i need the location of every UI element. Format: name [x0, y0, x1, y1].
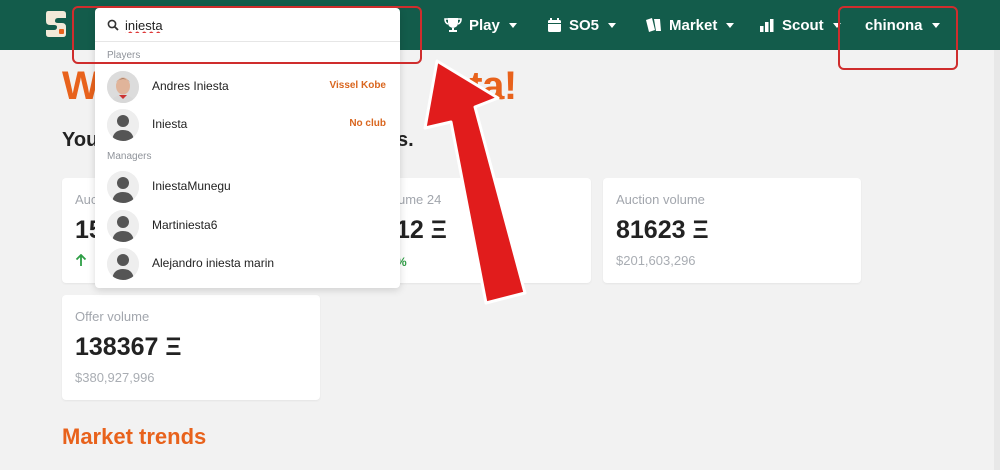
nav-market[interactable]: Market	[645, 0, 735, 50]
manager-name: IniestaMunegu	[152, 179, 231, 193]
stat-card-offer-volume: Offer volume 138367 Ξ $380,927,996	[62, 295, 320, 400]
default-avatar-icon	[107, 210, 139, 242]
stat-usd-value: $380,927,996	[75, 370, 155, 385]
nav-scout-label: Scout	[782, 16, 824, 34]
arrow-up-icon	[75, 253, 87, 270]
page-scrollbar[interactable]	[994, 50, 1000, 470]
manager-result-item[interactable]: Alejandro iniesta marin	[95, 245, 400, 283]
stat-value: 138367 Ξ	[75, 333, 182, 361]
annotation-highlight-user	[838, 6, 958, 70]
sorare-logo-icon[interactable]	[45, 9, 67, 39]
default-avatar-icon	[107, 171, 139, 203]
chevron-down-icon	[726, 22, 735, 28]
player-result-item[interactable]: Iniesta No club	[95, 106, 400, 144]
managers-group-label: Managers	[107, 151, 152, 162]
player-name: Andres Iniesta	[152, 79, 229, 93]
default-avatar-icon	[107, 248, 139, 280]
annotation-highlight-search	[72, 6, 422, 64]
stat-label: Offer volume	[75, 309, 150, 324]
player-club: No club	[349, 118, 386, 129]
player-photo-avatar	[107, 71, 139, 103]
bar-chart-icon	[759, 18, 775, 33]
nav-so5-label: SO5	[569, 16, 600, 34]
nav-play[interactable]: Play	[444, 0, 517, 50]
player-name: Iniesta	[152, 117, 188, 131]
calendar-icon	[547, 17, 562, 33]
welcome-heading-start: W	[62, 64, 100, 108]
welcome-heading-end: ta!	[469, 64, 517, 108]
manager-result-item[interactable]: Martiniesta6	[95, 207, 400, 245]
nav-market-label: Market	[669, 16, 718, 34]
welcome-subheading-start: You	[62, 129, 99, 151]
stat-label: ume 24	[398, 192, 442, 207]
player-club: Vissel Kobe	[329, 80, 386, 91]
stat-card-auction-volume: Auction volume 81623 Ξ $201,603,296	[603, 178, 861, 283]
market-trends-heading: Market trends	[62, 424, 207, 449]
chevron-down-icon	[608, 22, 617, 28]
stat-value: 12 Ξ	[396, 216, 447, 244]
default-avatar-icon	[107, 109, 139, 141]
nav-so5[interactable]: SO5	[547, 0, 617, 50]
trophy-icon	[444, 17, 462, 33]
nav-play-label: Play	[469, 16, 500, 34]
manager-name: Martiniesta6	[152, 218, 218, 232]
manager-result-item[interactable]: IniestaMunegu	[95, 168, 400, 206]
cards-icon	[645, 17, 662, 33]
manager-name: Alejandro iniesta marin	[152, 256, 275, 270]
stat-label: Auction volume	[616, 192, 705, 207]
stat-usd-value: $201,603,296	[616, 253, 696, 268]
player-result-item[interactable]: Andres Iniesta Vissel Kobe	[95, 68, 400, 106]
chevron-down-icon	[508, 22, 517, 28]
nav-scout[interactable]: Scout	[759, 0, 841, 50]
stat-value: 81623 Ξ	[616, 216, 709, 244]
